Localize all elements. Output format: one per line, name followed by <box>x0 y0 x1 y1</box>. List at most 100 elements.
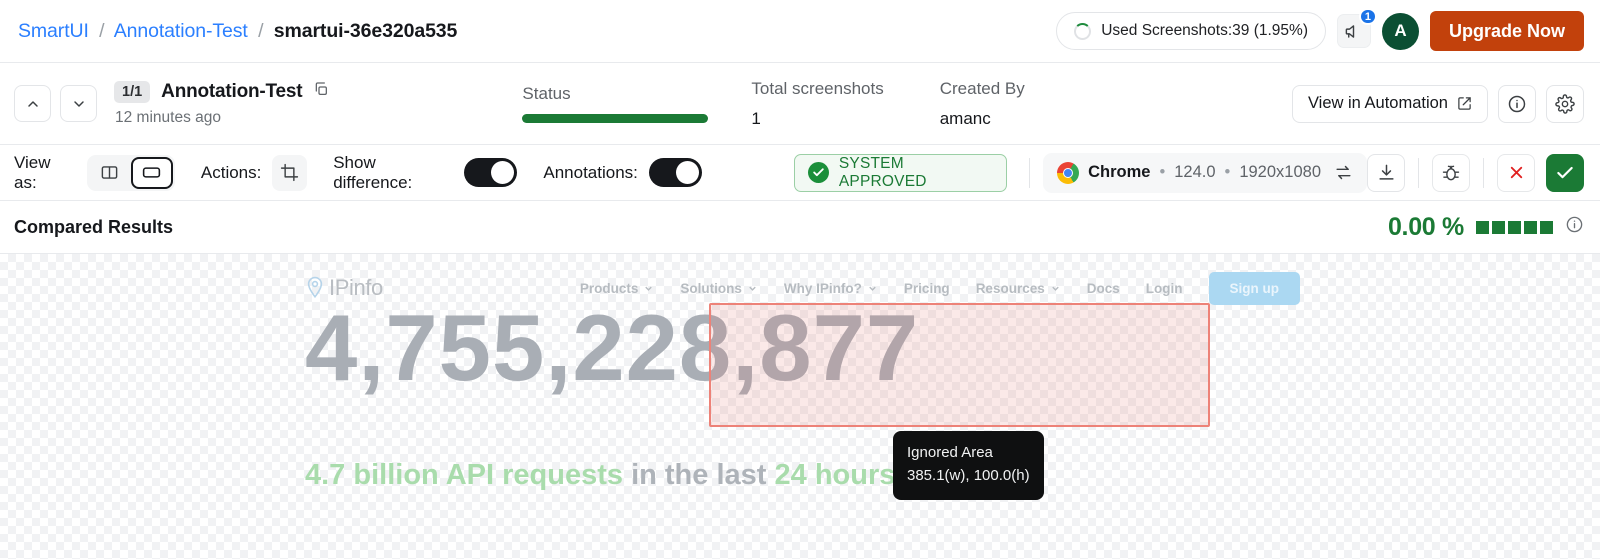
created-by-label: Created By <box>939 78 1025 98</box>
view-mode-group <box>86 154 175 191</box>
created-by-value: amanc <box>939 108 991 128</box>
view-in-automation-button[interactable]: View in Automation <box>1291 84 1488 123</box>
notification-badge: 1 <box>1358 8 1377 25</box>
settings-button[interactable] <box>1546 84 1584 123</box>
hero-subtitle: 4.7 billion API requests in the last 24 … <box>305 459 895 492</box>
upgrade-now-button[interactable]: Upgrade Now <box>1429 11 1584 51</box>
toolbar-divider <box>1418 157 1419 188</box>
usage-screenshots-pill[interactable]: Used Screenshots:39 (1.95%) <box>1056 12 1326 50</box>
chevron-down-icon <box>1051 286 1059 291</box>
ignored-area-region[interactable] <box>709 303 1210 427</box>
browser-info-pill[interactable]: Chrome • 124.0 • 1920x1080 <box>1043 152 1367 193</box>
chevron-down-icon <box>73 100 84 107</box>
status-progress-bar <box>522 114 709 123</box>
show-difference-label: Show difference: <box>333 152 413 192</box>
chevron-down-icon <box>645 286 653 291</box>
copy-icon[interactable] <box>313 81 329 102</box>
view-in-automation-label: View in Automation <box>1307 94 1448 112</box>
breadcrumb-separator-2: / <box>258 19 264 42</box>
announcements-button[interactable]: 1 <box>1336 8 1377 48</box>
page-title: Annotation-Test <box>161 80 303 102</box>
actions-label: Actions: <box>200 162 262 182</box>
build-timestamp: 12 minutes ago <box>115 108 221 126</box>
usage-progress-ring-icon <box>1074 22 1092 40</box>
tooltip-dimensions: 385.1(w), 100.0(h) <box>907 466 1030 484</box>
diff-meter <box>1476 220 1553 234</box>
meter-block <box>1476 220 1489 234</box>
single-view-icon <box>143 167 161 178</box>
browser-version: 124.0 <box>1174 163 1216 181</box>
crop-icon <box>281 163 299 182</box>
check-icon <box>1557 166 1573 178</box>
nav-link-login[interactable]: Login <box>1146 281 1183 296</box>
build-title-block: 1/1 Annotation-Test 12 minutes ago <box>114 80 329 127</box>
view-as-label: View as: <box>14 152 51 192</box>
build-meta-bar: 1/1 Annotation-Test 12 minutes ago Statu… <box>0 63 1600 145</box>
external-link-icon <box>1458 97 1471 110</box>
compared-results-bar: Compared Results 0.00 % <box>0 201 1600 254</box>
breadcrumb-separator-1: / <box>99 19 105 42</box>
nav-link-resources[interactable]: Resources <box>976 281 1061 296</box>
reject-button[interactable] <box>1497 153 1535 192</box>
breadcrumb-project[interactable]: Annotation-Test <box>114 20 248 42</box>
status-label: Status <box>522 84 571 103</box>
total-screenshots-label: Total screenshots <box>751 78 884 98</box>
toolbar-divider <box>1483 157 1484 188</box>
status-badge-label: SYSTEM APPROVED <box>838 154 927 190</box>
hero-sub-highlight-2: 24 hours <box>774 459 896 491</box>
check-circle-icon <box>807 162 829 183</box>
breadcrumb-current: smartui-36e320a535 <box>273 19 458 42</box>
usage-label: Used Screenshots:39 (1.95%) <box>1101 22 1308 39</box>
hero-sub-highlight-1: 4.7 billion API requests <box>305 459 624 491</box>
screenshot-viewport[interactable]: IPinfo Products Solutions Why IPinfo? Pr… <box>0 254 1600 559</box>
diff-info-button[interactable] <box>1565 215 1584 239</box>
meta-column-created-by: Created By amanc <box>940 79 1025 129</box>
previous-screenshot-button[interactable] <box>14 85 51 122</box>
ignored-area-tooltip: Ignored Area 385.1(w), 100.0(h) <box>893 431 1044 500</box>
next-screenshot-button[interactable] <box>60 85 97 122</box>
download-icon <box>1378 164 1394 180</box>
compared-results-title: Compared Results <box>14 216 174 237</box>
separator-dot: • <box>1159 163 1166 181</box>
toggle-knob <box>491 161 515 184</box>
toggle-knob <box>675 161 699 184</box>
info-button[interactable] <box>1498 84 1536 123</box>
crop-region-button[interactable] <box>272 154 308 191</box>
annotations-label: Annotations: <box>543 162 638 182</box>
meter-block <box>1540 220 1553 234</box>
annotations-group: Annotations: <box>543 158 702 187</box>
view-mode-single-button[interactable] <box>130 156 173 189</box>
meter-block <box>1524 220 1537 234</box>
chevron-down-icon <box>869 286 876 291</box>
smartui-build-page: SmartUI / Annotation-Test / smartui-36e3… <box>0 0 1600 559</box>
toolbar-divider <box>1029 157 1031 188</box>
top-bar: SmartUI / Annotation-Test / smartui-36e3… <box>0 0 1600 63</box>
chevron-up-icon <box>27 100 38 107</box>
toolbar-right-actions <box>1367 153 1584 192</box>
screenshot-counter: 1/1 <box>114 80 151 103</box>
diff-percentage: 0.00 % <box>1387 212 1464 241</box>
nav-link-docs[interactable]: Docs <box>1087 281 1120 296</box>
diff-summary: 0.00 % <box>1388 213 1584 242</box>
gear-icon <box>1555 93 1575 114</box>
tooltip-title: Ignored Area <box>907 444 993 461</box>
breadcrumb-root[interactable]: SmartUI <box>18 20 89 42</box>
meta-column-status: Status <box>522 84 709 123</box>
view-mode-split-button[interactable] <box>89 157 131 189</box>
breadcrumb: SmartUI / Annotation-Test / smartui-36e3… <box>18 20 457 43</box>
top-bar-actions: Used Screenshots:39 (1.95%) 1 A Upgrade … <box>1056 8 1584 51</box>
meta-bar-actions: View in Automation <box>1291 84 1584 123</box>
chrome-icon <box>1057 161 1080 184</box>
avatar[interactable]: A <box>1381 12 1419 50</box>
report-bug-button[interactable] <box>1432 153 1470 192</box>
info-icon <box>1566 216 1583 233</box>
info-icon <box>1508 95 1526 112</box>
show-difference-toggle[interactable] <box>464 158 518 187</box>
download-button[interactable] <box>1367 153 1405 192</box>
swap-icon[interactable] <box>1334 163 1353 182</box>
annotations-toggle[interactable] <box>648 158 702 187</box>
browser-name: Chrome <box>1088 163 1151 181</box>
approve-button[interactable] <box>1546 153 1584 192</box>
status-badge: SYSTEM APPROVED <box>793 153 1008 192</box>
sign-up-button[interactable]: Sign up <box>1208 271 1300 305</box>
